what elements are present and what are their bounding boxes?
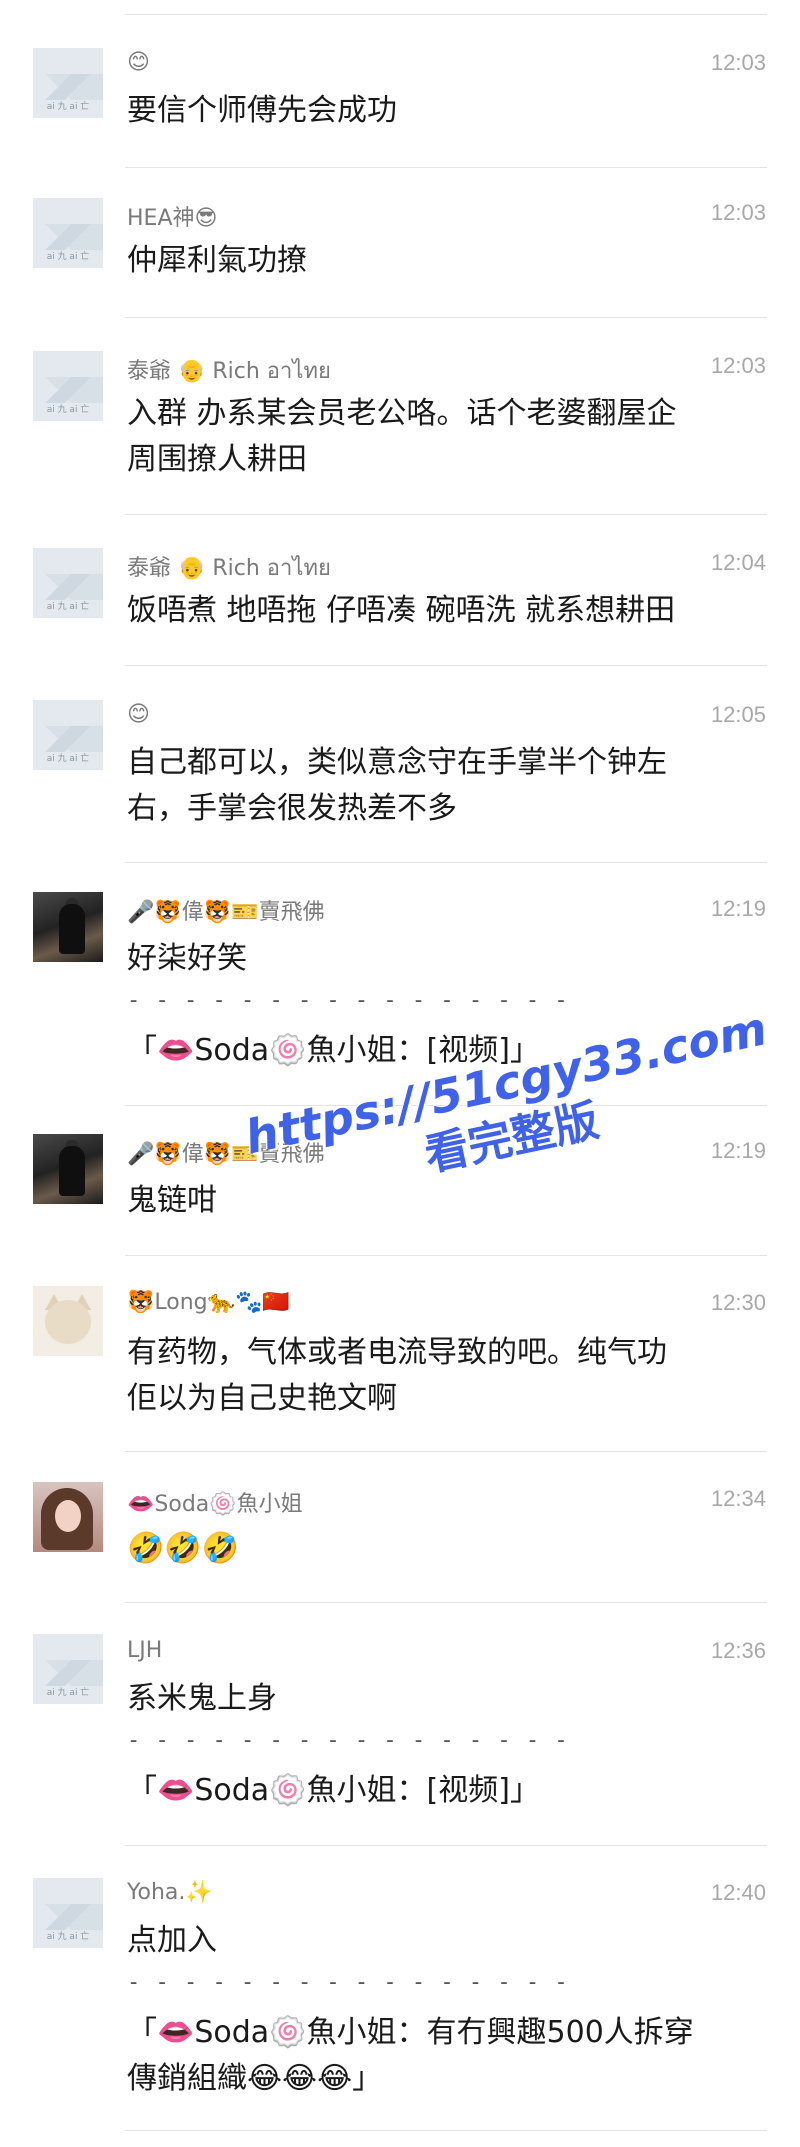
message-text: 自己都可以，类似意念守在手掌半个钟左 右，手掌会很发热差不多 xyxy=(127,745,667,826)
message-text: 🤣🤣🤣 xyxy=(127,1531,240,1566)
avatar-caption: ai 九 ai 亡 xyxy=(46,754,90,764)
message-time: 12:03 xyxy=(710,50,766,75)
message-time: 12:04 xyxy=(710,550,766,575)
message-list: ai 九 ai 亡 😊 12:03 要信个师傅先会成功 ai 九 ai 亡 HE… xyxy=(0,0,800,2147)
message-text: 系米鬼上身 xyxy=(127,1681,277,1716)
message-text: 好柒好笑 xyxy=(127,941,247,976)
divider xyxy=(125,14,767,15)
sender-name[interactable]: Yoha.✨ xyxy=(127,1880,213,1905)
message-text: 要信个师傅先会成功 xyxy=(127,93,397,128)
avatar-caption: ai 九 ai 亡 xyxy=(46,405,90,415)
quote-separator: - - - - - - - - - - - - - - - - xyxy=(127,988,569,1013)
sender-name[interactable]: 👄Soda🍥魚小姐 xyxy=(127,1486,303,1518)
message-time: 12:19 xyxy=(710,896,766,921)
message-text: 点加入 xyxy=(127,1923,217,1958)
quoted-message[interactable]: 「👄Soda🍥魚小姐：有冇興趣500人拆穿 傳銷組織😂😂😂」 xyxy=(127,2010,767,2102)
message-text: 饭唔煮 地唔拖 仔唔凑 碗唔洗 就系想耕田 xyxy=(127,593,676,628)
avatar[interactable] xyxy=(33,1134,103,1204)
avatar-caption: ai 九 ai 亡 xyxy=(46,102,90,112)
divider xyxy=(125,1255,767,1256)
message-time: 12:03 xyxy=(710,353,766,378)
sender-name[interactable]: 🎤🐯偉🐯🎫賣飛佛 xyxy=(127,894,325,926)
avatar[interactable]: ai 九 ai 亡 xyxy=(33,351,103,421)
message-time: 12:36 xyxy=(710,1638,766,1663)
avatar-caption: ai 九 ai 亡 xyxy=(46,1688,90,1698)
message-time: 12:34 xyxy=(710,1486,766,1511)
quote-separator: - - - - - - - - - - - - - - - - xyxy=(127,1728,569,1753)
divider xyxy=(125,1602,767,1603)
message-time: 12:30 xyxy=(710,1290,766,1315)
divider xyxy=(125,167,767,168)
quoted-message[interactable]: 「👄Soda🍥魚小姐：[视频]」 xyxy=(127,1768,767,1814)
avatar[interactable]: ai 九 ai 亡 xyxy=(33,1878,103,1948)
message-time: 12:03 xyxy=(710,200,766,225)
message-time: 12:05 xyxy=(710,702,766,727)
avatar[interactable]: ai 九 ai 亡 xyxy=(33,48,103,118)
divider xyxy=(125,514,767,515)
sender-name[interactable]: 😊 xyxy=(127,50,150,75)
divider xyxy=(125,1845,767,1846)
message-text: 鬼链咁 xyxy=(127,1183,217,1218)
sender-name[interactable]: LJH xyxy=(127,1638,162,1663)
avatar-caption: ai 九 ai 亡 xyxy=(46,1932,90,1942)
sender-name[interactable]: 🎤🐯偉🐯🎫賣飛佛 xyxy=(127,1136,325,1168)
quoted-message[interactable]: 「👄Soda🍥魚小姐：[视频]」 xyxy=(127,1028,767,1074)
sender-name[interactable]: 泰爺 👴 Rich อาไทย xyxy=(127,353,331,388)
avatar[interactable]: ai 九 ai 亡 xyxy=(33,548,103,618)
sender-name[interactable]: 😊 xyxy=(127,702,150,727)
sender-name[interactable]: HEA神😎 xyxy=(127,200,217,232)
divider xyxy=(125,862,767,863)
avatar-caption: ai 九 ai 亡 xyxy=(46,602,90,612)
sender-name[interactable]: 泰爺 👴 Rich อาไทย xyxy=(127,550,331,585)
message-text: 入群 办系某会员老公咯。话个老婆翻屋企 周围撩人耕田 xyxy=(127,396,677,477)
divider xyxy=(125,1451,767,1452)
message-time: 12:19 xyxy=(710,1138,766,1163)
avatar[interactable] xyxy=(33,1482,103,1552)
divider xyxy=(125,317,767,318)
message-text: 仲犀利氣功撩 xyxy=(127,243,307,278)
avatar[interactable]: ai 九 ai 亡 xyxy=(33,198,103,268)
divider xyxy=(125,2130,767,2131)
divider xyxy=(125,1105,767,1106)
avatar-caption: ai 九 ai 亡 xyxy=(46,252,90,262)
divider xyxy=(125,665,767,666)
message-time: 12:40 xyxy=(710,1880,766,1905)
avatar[interactable] xyxy=(33,1286,103,1356)
quote-separator: - - - - - - - - - - - - - - - - xyxy=(127,1970,569,1995)
sender-name[interactable]: 🐯Long🐆🐾🇨🇳 xyxy=(127,1290,290,1315)
avatar[interactable] xyxy=(33,892,103,962)
message-text: 有药物，气体或者电流导致的吧。纯气功 佢以为自己史艳文啊 xyxy=(127,1335,667,1416)
avatar[interactable]: ai 九 ai 亡 xyxy=(33,1634,103,1704)
avatar[interactable]: ai 九 ai 亡 xyxy=(33,700,103,770)
